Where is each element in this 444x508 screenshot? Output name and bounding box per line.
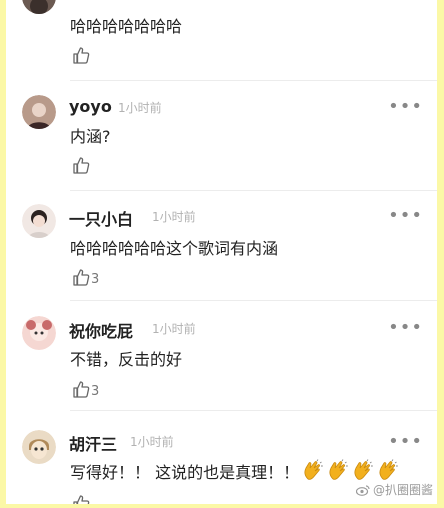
like-button[interactable] [72, 42, 91, 64]
thumbs-up-icon [73, 157, 90, 174]
timestamp: 1小时前 [152, 210, 196, 224]
more-options-button[interactable]: ••• [388, 98, 423, 116]
comment-text: 写得好！！ 这说的也是真理！！ [70, 459, 399, 483]
clap-emoji-icon [329, 459, 348, 480]
like-count: 3 [91, 384, 100, 399]
username[interactable]: 祝你吃屁 [69, 318, 133, 342]
comment-text: 哈哈哈哈哈哈哈 [70, 17, 183, 36]
comment-item: yoyo 1小时前 ••• 内涵? [6, 80, 437, 190]
watermark: @扒圈圈酱 [355, 481, 433, 498]
comment-item: 哈哈哈哈哈哈哈 [6, 0, 437, 80]
clap-emoji-icon [379, 459, 398, 480]
clap-emoji-icon [304, 459, 323, 480]
comment-text: 哈哈哈哈哈哈这个歌词有内涵 [70, 239, 279, 258]
username[interactable]: 胡汗三 [69, 431, 117, 455]
like-button[interactable] [72, 152, 91, 174]
thumbs-up-icon [73, 269, 90, 286]
avatar[interactable] [22, 204, 56, 238]
more-options-button[interactable]: ••• [388, 319, 423, 337]
comment-text: 内涵? [70, 127, 111, 146]
weibo-logo-icon [355, 484, 370, 496]
more-options-button[interactable]: ••• [388, 433, 423, 451]
timestamp: 1小时前 [118, 101, 162, 115]
more-options-button[interactable]: ••• [388, 207, 423, 225]
username[interactable]: yoyo [69, 97, 112, 116]
timestamp: 1小时前 [130, 435, 174, 449]
like-button[interactable]: 3 [72, 264, 99, 286]
avatar[interactable] [22, 0, 56, 14]
avatar[interactable] [22, 430, 56, 464]
like-count: 3 [91, 272, 100, 287]
comment-item: 一只小白 1小时前 ••• 哈哈哈哈哈哈这个歌词有内涵 3 [6, 190, 437, 300]
clap-emoji-group [299, 459, 399, 482]
comment-item: 祝你吃屁 1小时前 ••• 不错，反击的好 3 [6, 300, 437, 410]
comment-text: 不错，反击的好 [70, 350, 183, 369]
comment-list: 哈哈哈哈哈哈哈 yoyo 1小时前 ••• 内涵? 一只小白 1小时前 ••• … [6, 0, 437, 504]
thumbs-up-icon [73, 381, 90, 398]
like-button[interactable]: 3 [72, 376, 99, 398]
thumbs-up-icon [73, 47, 90, 64]
timestamp: 1小时前 [152, 322, 196, 336]
avatar[interactable] [22, 316, 56, 350]
avatar[interactable] [22, 95, 56, 129]
clap-emoji-icon [354, 459, 373, 480]
watermark-text: @扒圈圈酱 [372, 483, 433, 497]
thumbs-up-icon [73, 495, 90, 504]
like-button[interactable] [72, 490, 91, 504]
username[interactable]: 一只小白 [69, 206, 133, 230]
comment-text-body: 写得好！！ 这说的也是真理！！ [70, 463, 300, 482]
